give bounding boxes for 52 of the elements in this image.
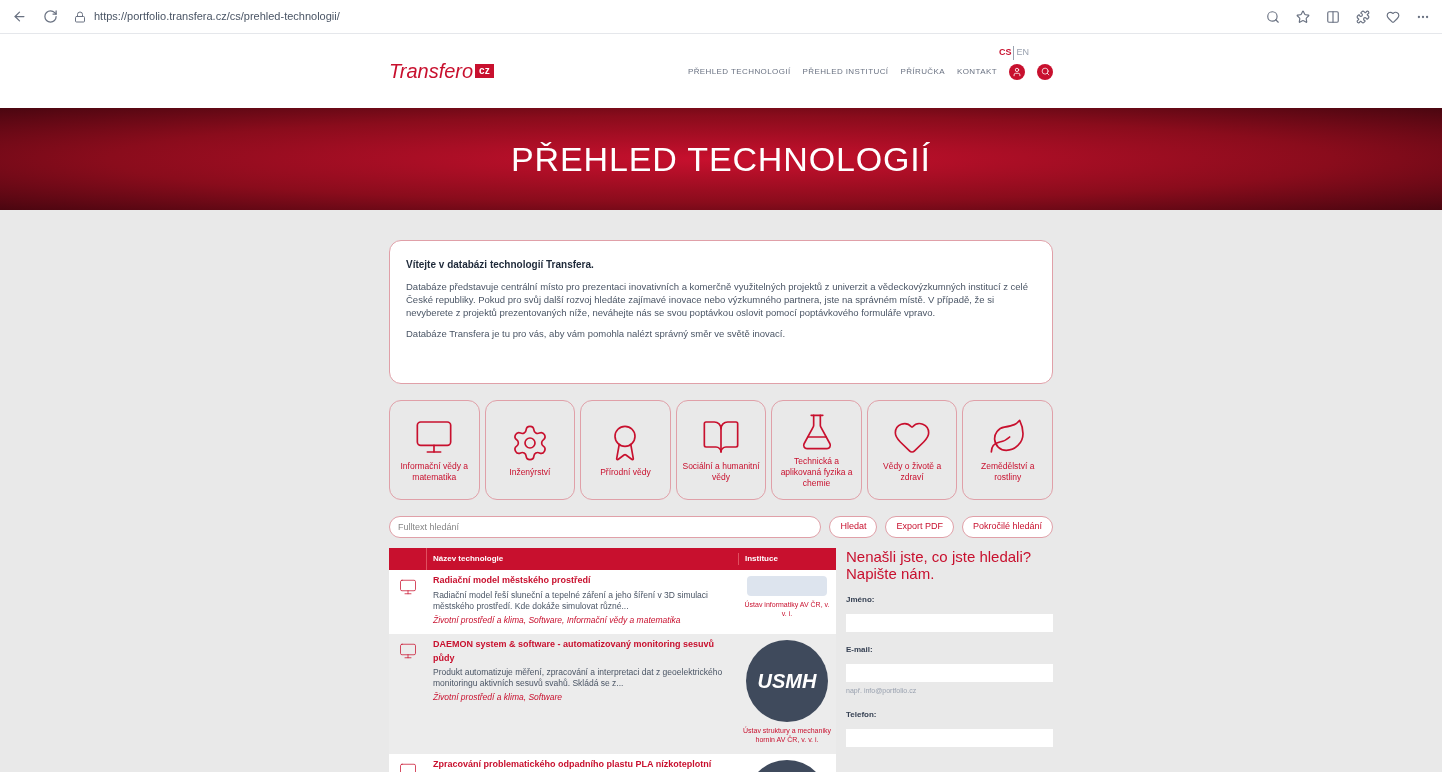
reload-icon[interactable] (43, 9, 58, 24)
lock-icon (74, 10, 86, 23)
intro-paragraph: Databáze představuje centrální místo pro prezentaci inovativních a komerčně využitelných projektů z univerzit a vědeckovýzkumných institucí z celé České republiky. Pokud pro svůj další rozvoj hledáte zajímavé inovace nebo výzkumného partnera, jste na správném místě. V případě, že si nevyberete z projektů prezentovaných níže, neváhejte nás se svou poptávkou oslovit pomocí poptávkového formuláře vpravo. (406, 280, 1030, 319)
intro-title: Vítejte v databázi technologií Transfera. (406, 258, 595, 272)
logo-text[interactable]: Transfero (389, 56, 474, 86)
technology-title[interactable]: DAEMON system & software - automatizovaný monitoring sesuvů půdy (433, 638, 732, 665)
category-tile[interactable]: Zemědělství a rostliny (962, 400, 1053, 500)
technology-tags: Životní prostředí a klima, Software (433, 691, 732, 704)
contact-title: Nenašli jste, co jste hledali? Napište nám. (846, 548, 1033, 582)
category-tile[interactable]: Vědy o životě a zdraví (866, 400, 958, 500)
search-field[interactable]: Fulltext hledání (389, 516, 822, 538)
user-icon[interactable] (1009, 63, 1025, 80)
nav-link[interactable]: PŘEHLED INSTITUCÍ (802, 65, 889, 78)
intro-paragraph: Databáze Transfera je tu pro vás, aby vám pomohla nalézt správný směr ve světě inovací. (406, 327, 787, 340)
search-button[interactable]: Pokročilé hledání (961, 516, 1053, 538)
institution-logo: USMH (746, 640, 828, 722)
category-tile[interactable]: Informační vědy a matematika (389, 400, 480, 500)
language-link[interactable]: EN (1013, 46, 1029, 60)
star-icon[interactable] (1296, 9, 1310, 24)
column-header[interactable]: Instituce (738, 553, 836, 565)
technology-title[interactable]: Radiační model městského prostředí (433, 574, 732, 588)
category-tile[interactable]: Inženýrství (484, 400, 576, 500)
favorites-icon[interactable] (1386, 9, 1400, 24)
search-button[interactable]: Hledat (829, 516, 878, 538)
computer-icon (399, 642, 417, 660)
nav-link[interactable]: PŘEHLED TECHNOLOGIÍ (687, 65, 791, 78)
technology-tags: Životní prostředí a klima, Software, Informační vědy a matematika (433, 613, 732, 627)
nav-link[interactable]: KONTAKT (957, 65, 997, 78)
field-label: Telefon: (846, 708, 878, 721)
category-tile[interactable]: Technická a aplikovaná fyzika a chemie (771, 400, 862, 500)
technology-description: Produkt automatizuje měření, zpracování a interpretaci dat z geoelektrického monitoringu aktivních sesuvů svahů. Skládá se z... (433, 667, 724, 689)
table-row[interactable] (389, 570, 836, 634)
computer-icon (399, 578, 417, 596)
field-label: Jméno: (846, 594, 876, 606)
technology-description: Radiační model řeší sluneční a tepelné záření a jeho šíření v 3D simulaci městského prostředí. Kde dokáže simulovat různé... (433, 589, 709, 612)
language-link[interactable]: CS (998, 46, 1012, 60)
search-icon[interactable] (1266, 9, 1280, 24)
logo-badge: cz (475, 64, 494, 78)
column-header[interactable]: Název technologie (427, 553, 738, 565)
extensions-icon[interactable] (1356, 9, 1370, 24)
technology-title[interactable]: Zpracování problematického odpadního plastu PLA nízkoteplotní (433, 758, 732, 772)
back-icon[interactable] (12, 9, 27, 24)
category-tile[interactable]: Sociální a humanitní vědy (675, 400, 767, 500)
hero-title: PŘEHLED TECHNOLOGIÍ (511, 138, 931, 180)
address-field[interactable]: https://portfolio.transfera.cz/cs/prehled-technologii/ (94, 8, 340, 25)
field-label: E-mail: (846, 644, 874, 656)
search-button[interactable]: Export PDF (885, 516, 954, 538)
search-icon[interactable] (1037, 63, 1053, 80)
category-tile[interactable]: Přírodní vědy (580, 400, 671, 500)
table-row[interactable]: Zpracování problematického odpadního plastu PLA nízkoteplotní (389, 754, 836, 772)
nav-link[interactable]: PŘÍRUČKA (900, 65, 945, 78)
split-view-icon[interactable] (1326, 9, 1340, 24)
